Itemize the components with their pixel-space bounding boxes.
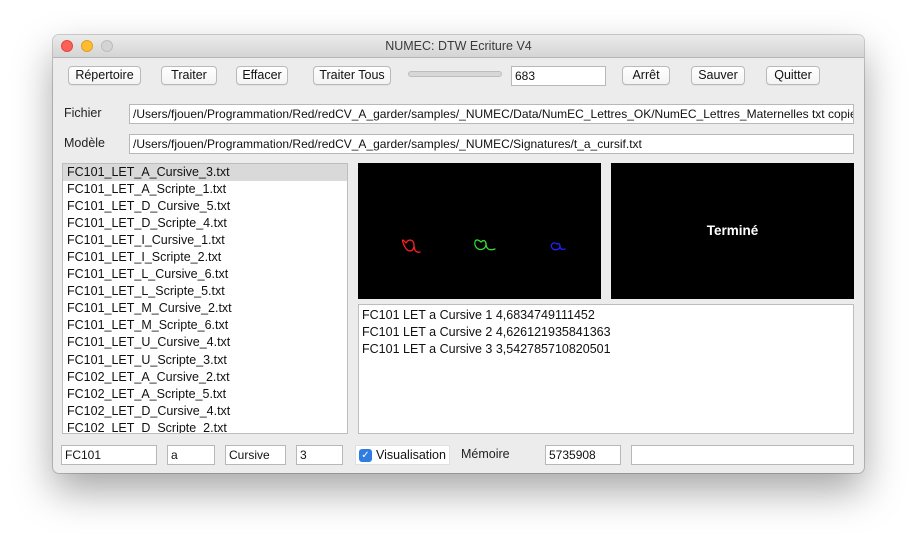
modele-label: Modèle: [64, 136, 105, 150]
list-item[interactable]: FC102_LET_A_Cursive_2.txt: [63, 369, 347, 386]
list-item[interactable]: FC101_LET_A_Cursive_3.txt: [63, 164, 347, 182]
subject-field[interactable]: FC101: [61, 445, 157, 465]
title-bar: NUMEC: DTW Ecriture V4: [53, 35, 864, 58]
progress-slider[interactable]: [408, 71, 502, 77]
list-item[interactable]: FC102_LET_D_Scripte_2.txt: [63, 420, 347, 433]
results-area[interactable]: FC101 LET a Cursive 1 4,6834749111452 FC1…: [358, 304, 854, 434]
fichier-label: Fichier: [64, 106, 102, 120]
result-line: FC101 LET a Cursive 3 3,542785710820501: [362, 342, 611, 356]
extra-field[interactable]: [631, 445, 854, 465]
modele-path-field[interactable]: /Users/fjouen/Programmation/Red/redCV_A_…: [129, 134, 854, 154]
number-field[interactable]: 3: [296, 445, 343, 465]
result-line: FC101 LET a Cursive 2 4,626121935841363: [362, 325, 611, 339]
list-item[interactable]: FC101_LET_L_Cursive_6.txt: [63, 266, 347, 283]
list-item[interactable]: FC101_LET_A_Scripte_1.txt: [63, 181, 347, 198]
green-letter-trace: [474, 239, 496, 251]
visualisation-toggle[interactable]: ✓ Visualisation: [355, 445, 450, 465]
list-item[interactable]: FC101_LET_I_Scripte_2.txt: [63, 249, 347, 266]
list-item[interactable]: FC101_LET_I_Cursive_1.txt: [63, 232, 347, 249]
list-item[interactable]: FC102_LET_D_Cursive_4.txt: [63, 403, 347, 420]
result-line: FC101 LET a Cursive 1 4,6834749111452: [362, 308, 595, 322]
file-list[interactable]: FC101_LET_A_Cursive_3.txt FC101_LET_A_Scr…: [62, 163, 348, 434]
trace-canvas: [358, 163, 601, 299]
list-item[interactable]: FC101_LET_M_Cursive_2.txt: [63, 300, 347, 317]
trace-drawing: [401, 239, 566, 253]
app-window: NUMEC: DTW Ecriture V4 Répertoire Traite…: [53, 35, 864, 473]
list-item[interactable]: FC101_LET_U_Cursive_4.txt: [63, 334, 347, 351]
effacer-button[interactable]: Effacer: [236, 66, 288, 85]
list-item[interactable]: FC101_LET_D_Cursive_5.txt: [63, 198, 347, 215]
counter-field[interactable]: 683: [511, 66, 606, 86]
visualisation-checkbox[interactable]: ✓: [359, 449, 372, 462]
arret-button[interactable]: Arrêt: [622, 66, 670, 85]
list-item[interactable]: FC101_LET_M_Scripte_6.txt: [63, 317, 347, 334]
list-item[interactable]: FC101_LET_U_Scripte_3.txt: [63, 352, 347, 369]
sauver-button[interactable]: Sauver: [691, 66, 745, 85]
list-item[interactable]: FC102_LET_A_Scripte_5.txt: [63, 386, 347, 403]
list-item[interactable]: FC101_LET_L_Scripte_5.txt: [63, 283, 347, 300]
memoire-label: Mémoire: [461, 447, 510, 461]
blue-letter-trace: [550, 242, 566, 251]
style-field[interactable]: Cursive: [225, 445, 286, 465]
traiter-button[interactable]: Traiter: [161, 66, 217, 85]
memoire-field[interactable]: 5735908: [545, 445, 621, 465]
repertoire-button[interactable]: Répertoire: [68, 66, 141, 85]
visualisation-label: Visualisation: [376, 448, 446, 462]
status-text: Terminé: [706, 223, 759, 238]
fichier-path-field[interactable]: /Users/fjouen/Programmation/Red/redCV_A_…: [129, 104, 854, 124]
status-canvas: Terminé: [611, 163, 854, 299]
list-item[interactable]: FC101_LET_D_Scripte_4.txt: [63, 215, 347, 232]
red-letter-trace: [401, 239, 421, 253]
letter-field[interactable]: a: [167, 445, 215, 465]
quitter-button[interactable]: Quitter: [766, 66, 820, 85]
traiter-tous-button[interactable]: Traiter Tous: [313, 66, 391, 85]
window-title: NUMEC: DTW Ecriture V4: [385, 39, 532, 53]
